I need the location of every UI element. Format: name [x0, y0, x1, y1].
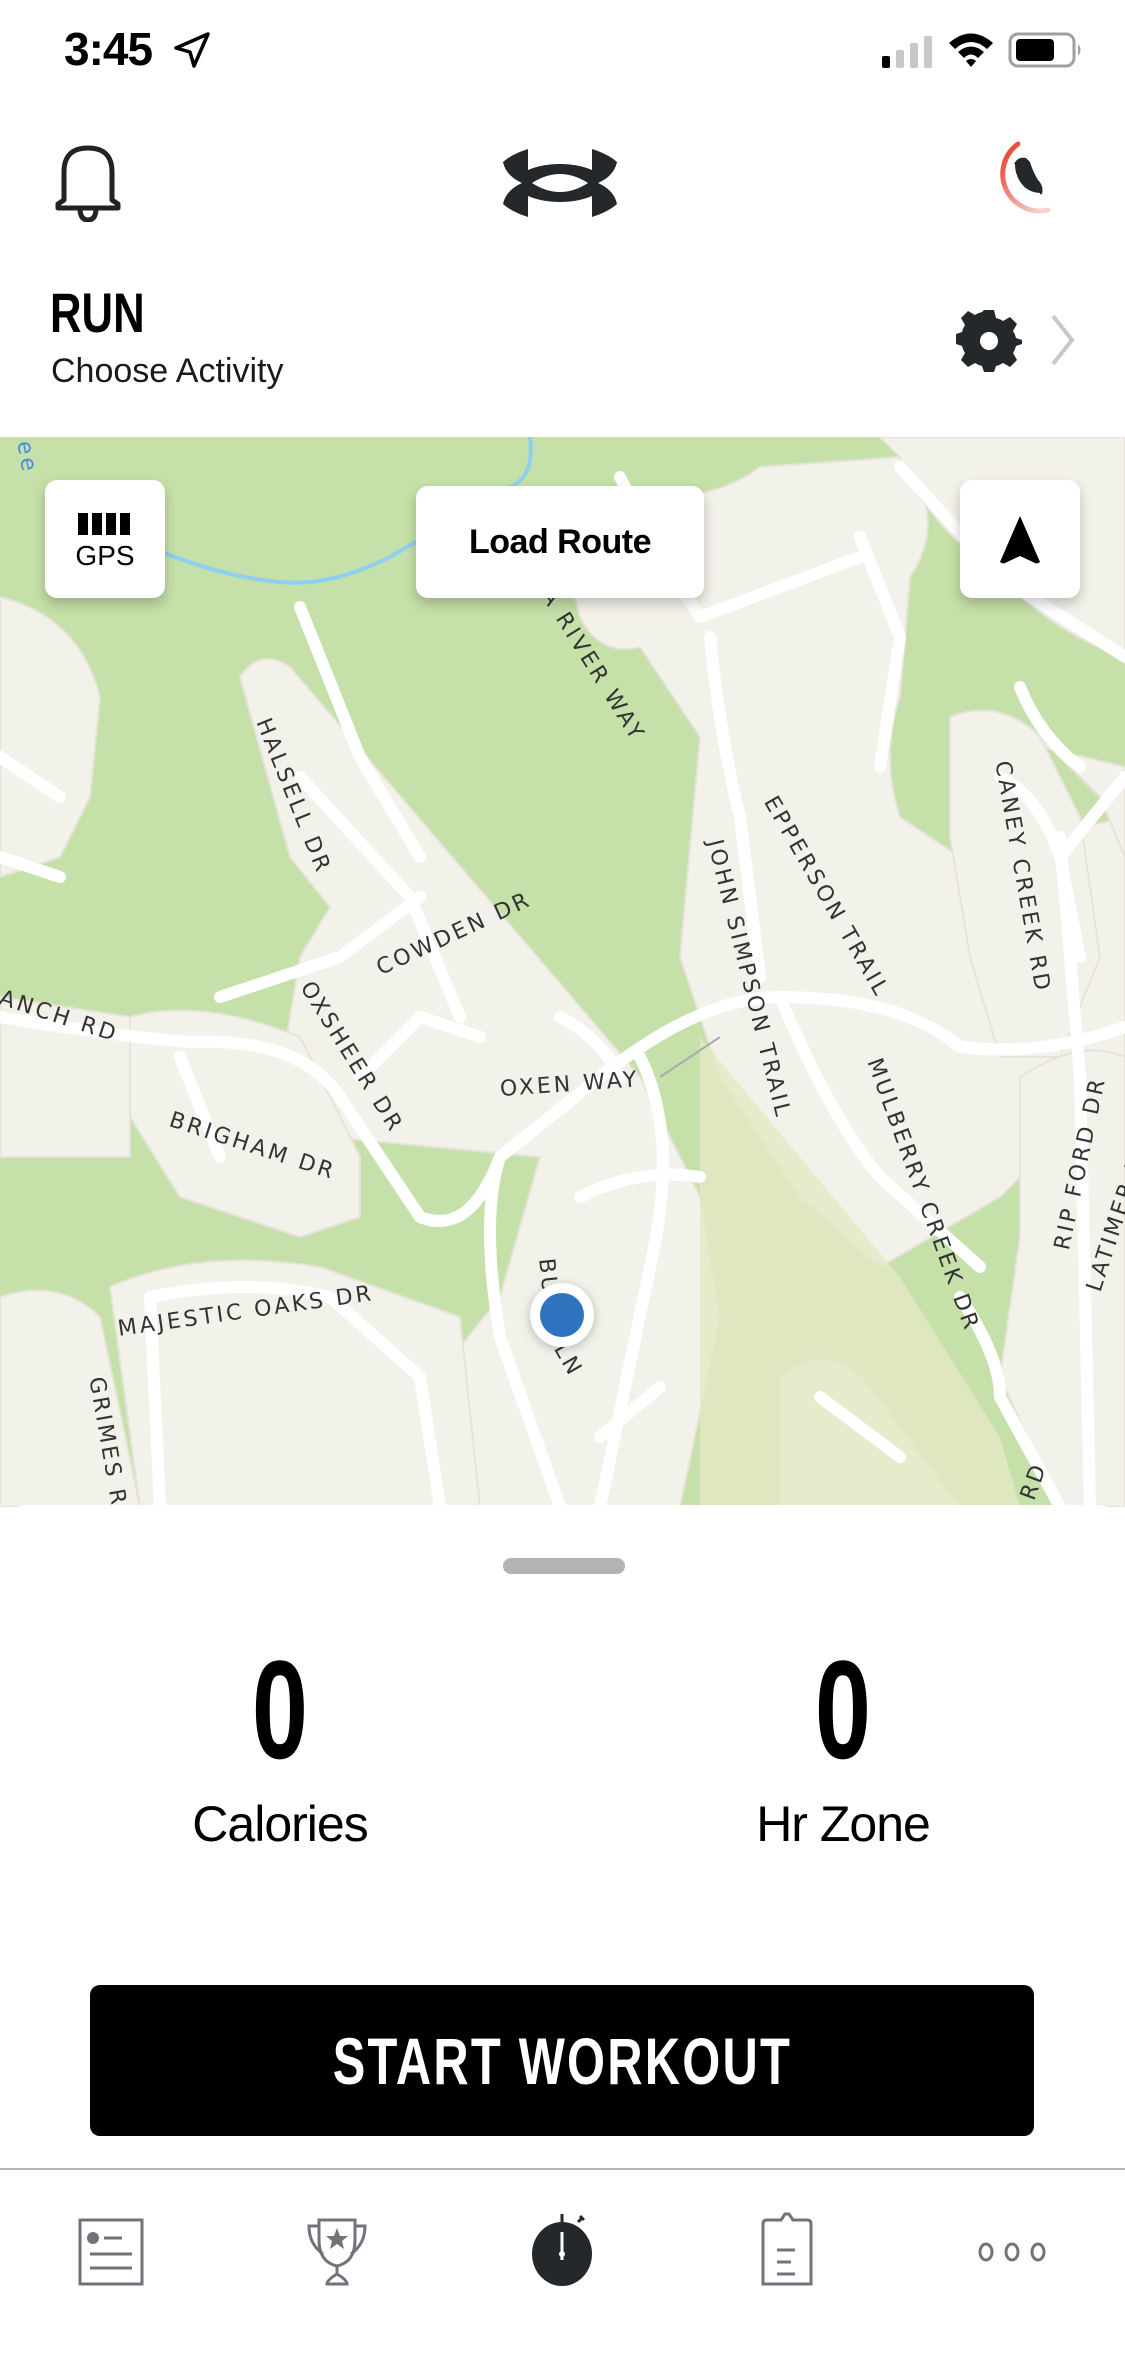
tab-feed[interactable]	[62, 2200, 162, 2300]
hr-zone-metric[interactable]: 0 Hr Zone	[643, 1635, 1043, 1853]
feed-card-icon	[78, 2218, 144, 2286]
status-time: 3:45	[64, 23, 153, 75]
stopwatch-icon	[532, 2214, 592, 2286]
tab-training-plans[interactable]	[737, 2200, 837, 2300]
calories-value: 0	[251, 1631, 309, 1788]
sheet-drag-handle[interactable]	[503, 1558, 625, 1574]
calories-metric[interactable]: 0 Calories	[80, 1635, 480, 1853]
cellular-signal-icon	[882, 36, 932, 68]
wifi-icon	[949, 33, 993, 67]
bell-icon[interactable]	[52, 142, 124, 222]
location-arrow-icon	[174, 32, 210, 68]
tab-challenges[interactable]	[287, 2200, 387, 2300]
current-location-dot	[530, 1283, 594, 1347]
chevron-right-icon[interactable]	[1048, 310, 1078, 370]
shoe-progress-ring-icon[interactable]	[978, 138, 1064, 224]
choose-activity-label[interactable]: Choose Activity	[51, 352, 283, 391]
trophy-icon	[307, 2218, 367, 2286]
tab-more[interactable]	[962, 2200, 1062, 2300]
activity-selector[interactable]: RUN Choose Activity	[0, 270, 1125, 430]
top-nav	[0, 120, 1125, 250]
gps-label: GPS	[75, 540, 135, 571]
under-armour-logo[interactable]	[502, 148, 618, 218]
load-route-button[interactable]: Load Route	[416, 486, 704, 598]
tab-bar	[0, 2168, 1125, 2372]
start-workout-label: START WORKOUT	[332, 2023, 792, 2098]
gps-status-button[interactable]: GPS	[45, 480, 165, 598]
clipboard-icon	[761, 2212, 813, 2286]
status-bar: 3:45	[0, 0, 1125, 100]
navigation-arrow-icon	[1000, 516, 1040, 564]
hr-zone-label: Hr Zone	[756, 1796, 931, 1852]
gear-icon[interactable]	[956, 308, 1022, 374]
map-view[interactable]: HALSELL DR DINA RIVER WAY EPPERSON TRAIL…	[0, 437, 1125, 1507]
battery-icon	[1008, 32, 1081, 68]
hr-zone-value: 0	[814, 1631, 872, 1788]
tab-record[interactable]	[512, 2200, 612, 2300]
recenter-button[interactable]	[960, 480, 1080, 598]
more-dots-icon	[978, 2242, 1046, 2262]
calories-label: Calories	[192, 1796, 368, 1852]
start-workout-button[interactable]: START WORKOUT	[90, 1985, 1034, 2136]
gps-signal-bars-icon	[78, 513, 130, 535]
activity-title[interactable]: RUN	[50, 280, 145, 345]
